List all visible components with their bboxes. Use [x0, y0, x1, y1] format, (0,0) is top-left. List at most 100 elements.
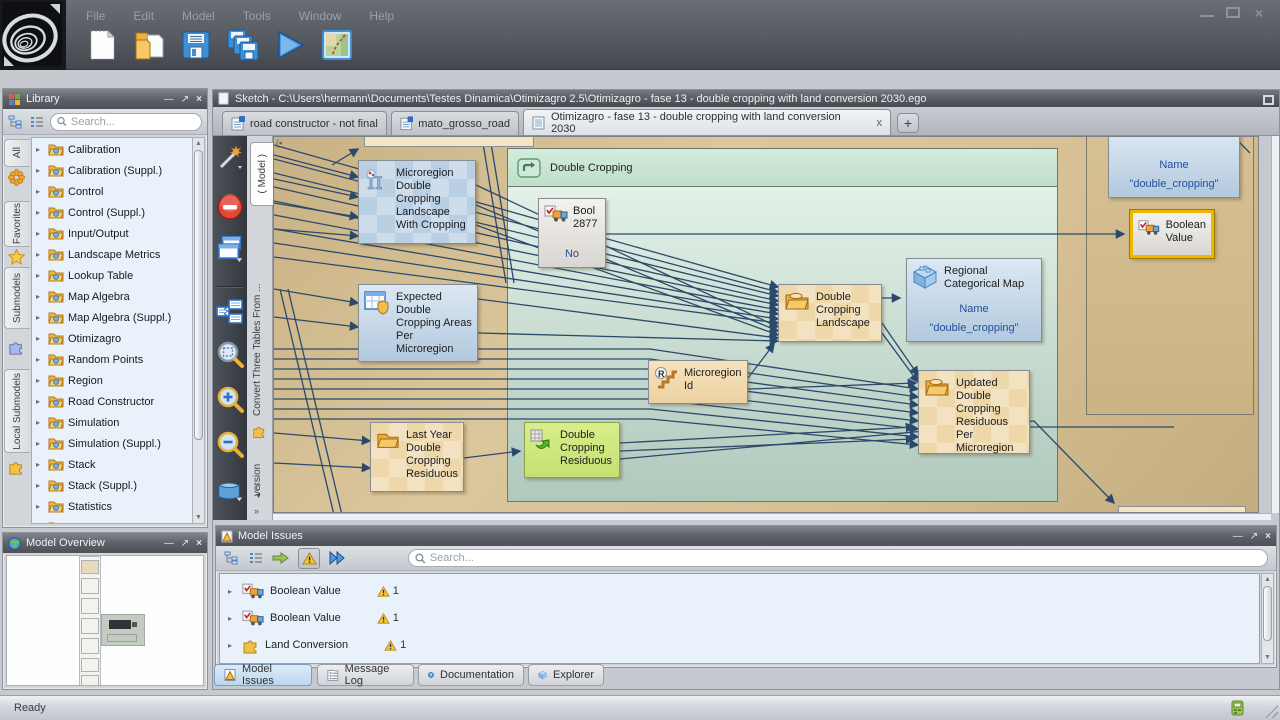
tab-model-issues[interactable]: Model Issues: [214, 664, 312, 686]
menu-model[interactable]: Model: [178, 9, 219, 23]
expander-icon[interactable]: ▸: [36, 439, 44, 448]
panel-minimize-icon[interactable]: —: [1233, 531, 1243, 542]
canvas-horizontal-scrollbar[interactable]: [273, 513, 1271, 520]
library-item[interactable]: ▸Statistics: [32, 496, 194, 517]
tab-version[interactable]: version: [252, 448, 263, 496]
open-model-button[interactable]: [131, 27, 167, 63]
library-item[interactable]: ▸Region: [32, 370, 194, 391]
issues-scrollbar[interactable]: ▲ ▼: [1261, 573, 1274, 664]
zoom-out-icon[interactable]: [216, 431, 244, 459]
expander-icon[interactable]: ▸: [36, 481, 44, 490]
run-model-button[interactable]: [272, 27, 308, 63]
scroll-up-icon[interactable]: ▲: [1262, 576, 1273, 583]
expander-icon[interactable]: ▸: [228, 614, 236, 623]
library-item[interactable]: ▸Road Constructor: [32, 391, 194, 412]
library-tab-local-submodels[interactable]: Local Submodels: [4, 369, 30, 453]
expander-icon[interactable]: ▸: [36, 376, 44, 385]
model-issues-search-input[interactable]: [430, 552, 1261, 564]
tree-view-icon[interactable]: [8, 115, 24, 129]
library-tab-submodels[interactable]: Submodels: [4, 267, 30, 329]
library-item[interactable]: ▸Map Algebra (Suppl.): [32, 307, 194, 328]
list-view-icon[interactable]: [249, 551, 263, 565]
scroll-down-icon[interactable]: ▼: [1262, 654, 1273, 661]
library-item[interactable]: ▸Map Algebra: [32, 286, 194, 307]
library-item[interactable]: ▸Simulation: [32, 412, 194, 433]
save-all-button[interactable]: [225, 27, 261, 63]
expander-icon[interactable]: ▸: [36, 334, 44, 343]
expander-icon[interactable]: ▸: [36, 523, 44, 524]
node-microregion-double-cropping-landscape[interactable]: π Microregion Double Cropping Landscape …: [358, 160, 476, 244]
expander-icon[interactable]: ▸: [228, 587, 236, 596]
library-search-input[interactable]: [71, 116, 195, 128]
go-arrow-icon[interactable]: [272, 552, 289, 564]
expander-icon[interactable]: ▸: [36, 187, 44, 196]
library-item[interactable]: ▸Stack: [32, 454, 194, 475]
table-box-icon[interactable]: [216, 476, 244, 504]
panel-minimize-icon[interactable]: —: [164, 538, 174, 549]
cascade-windows-icon[interactable]: [216, 234, 244, 262]
expander-icon[interactable]: ▸: [36, 313, 44, 322]
library-item[interactable]: ▸Control: [32, 181, 194, 202]
partial-node-top[interactable]: [364, 136, 534, 147]
tab-close-icon[interactable]: x: [877, 117, 883, 129]
expander-icon[interactable]: ▸: [36, 292, 44, 301]
library-tab-favorites[interactable]: Favorites: [4, 201, 30, 247]
menu-window[interactable]: Window: [295, 9, 346, 23]
zoom-fit-icon[interactable]: [216, 341, 244, 369]
expander-icon[interactable]: ▸: [36, 166, 44, 175]
tab-convert-three-tables[interactable]: Convert Three Tables From ...: [252, 226, 263, 416]
library-item[interactable]: ▸Otimizagro: [32, 328, 194, 349]
library-item[interactable]: ▸Control (Suppl.): [32, 202, 194, 223]
remove-icon[interactable]: [216, 193, 244, 221]
library-item-partial[interactable]: ▸: [32, 517, 194, 524]
library-item[interactable]: ▸Stack (Suppl.): [32, 475, 194, 496]
library-item[interactable]: ▸Simulation (Suppl.): [32, 433, 194, 454]
issue-row[interactable]: ▸ Boolean Value 1: [220, 605, 1259, 631]
model-overview-canvas[interactable]: [6, 555, 204, 686]
library-item[interactable]: ▸Input/Output: [32, 223, 194, 244]
node-updated-double-cropping-residuous[interactable]: Updated Double Cropping Residuous Per Mi…: [918, 370, 1030, 454]
tree-view-icon[interactable]: [224, 551, 240, 565]
panel-float-icon[interactable]: ↗: [1250, 531, 1258, 542]
collapse-strip-icon[interactable]: (▪: [276, 138, 282, 148]
library-item[interactable]: ▸Calibration: [32, 139, 194, 160]
expander-icon[interactable]: ▸: [36, 397, 44, 406]
diagram-canvas[interactable]: (▪ Double Cropping: [273, 136, 1259, 513]
sketch-titlebar[interactable]: Sketch - C:\Users\hermann\Documents\Test…: [213, 90, 1279, 107]
sketch-tab[interactable]: road constructor - not final: [222, 111, 387, 135]
node-last-year-double-cropping-residuous[interactable]: Last Year Double Cropping Residuous: [370, 422, 464, 492]
node-microregion-id[interactable]: R Microregion Id: [648, 360, 748, 404]
list-view-icon[interactable]: [30, 115, 44, 129]
node-double-cropping-landscape[interactable]: Double Cropping Landscape: [778, 284, 882, 342]
issue-row[interactable]: ▸ Land Conversion 1: [220, 632, 1259, 658]
tabs-scroll-down-icon[interactable]: ▼: [255, 493, 262, 500]
menu-help[interactable]: Help: [365, 9, 398, 23]
auto-layout-icon[interactable]: [216, 298, 244, 326]
library-item[interactable]: ▸Calibration (Suppl.): [32, 160, 194, 181]
node-boolean-value-selected[interactable]: Boolean Value: [1130, 210, 1214, 258]
tabs-more-icon[interactable]: »: [254, 506, 259, 516]
panel-close-icon[interactable]: ×: [196, 538, 202, 549]
tab-explorer[interactable]: Explorer: [528, 664, 604, 686]
expander-icon[interactable]: ▸: [36, 229, 44, 238]
node-expected-double-cropping-areas[interactable]: Expected Double Cropping Areas Per Micro…: [358, 284, 478, 362]
menu-file[interactable]: File: [82, 9, 109, 23]
sketch-tab[interactable]: mato_grosso_road: [391, 111, 519, 135]
node-regional-categorical-map[interactable]: Regional Categorical Map Name "double_cr…: [906, 258, 1042, 342]
save-model-button[interactable]: [178, 27, 214, 63]
expander-icon[interactable]: ▸: [36, 355, 44, 364]
new-model-button[interactable]: [84, 27, 120, 63]
partial-node-bottom[interactable]: [1118, 506, 1246, 513]
panel-close-icon[interactable]: ×: [1265, 531, 1271, 542]
expander-icon[interactable]: ▸: [36, 208, 44, 217]
menu-tools[interactable]: Tools: [239, 9, 275, 23]
expander-icon[interactable]: ▸: [228, 641, 236, 650]
tabs-scroll-up-icon[interactable]: ▲: [255, 481, 262, 488]
canvas-vertical-scrollbar[interactable]: [1271, 136, 1279, 513]
map-viewer-button[interactable]: [319, 27, 355, 63]
node-name-double-cropping[interactable]: Name "double_cropping": [1108, 136, 1240, 198]
panel-minimize-icon[interactable]: —: [164, 94, 174, 105]
expander-icon[interactable]: ▸: [36, 460, 44, 469]
tab-documentation[interactable]: ? Documentation: [418, 664, 524, 686]
expander-icon[interactable]: ▸: [36, 418, 44, 427]
